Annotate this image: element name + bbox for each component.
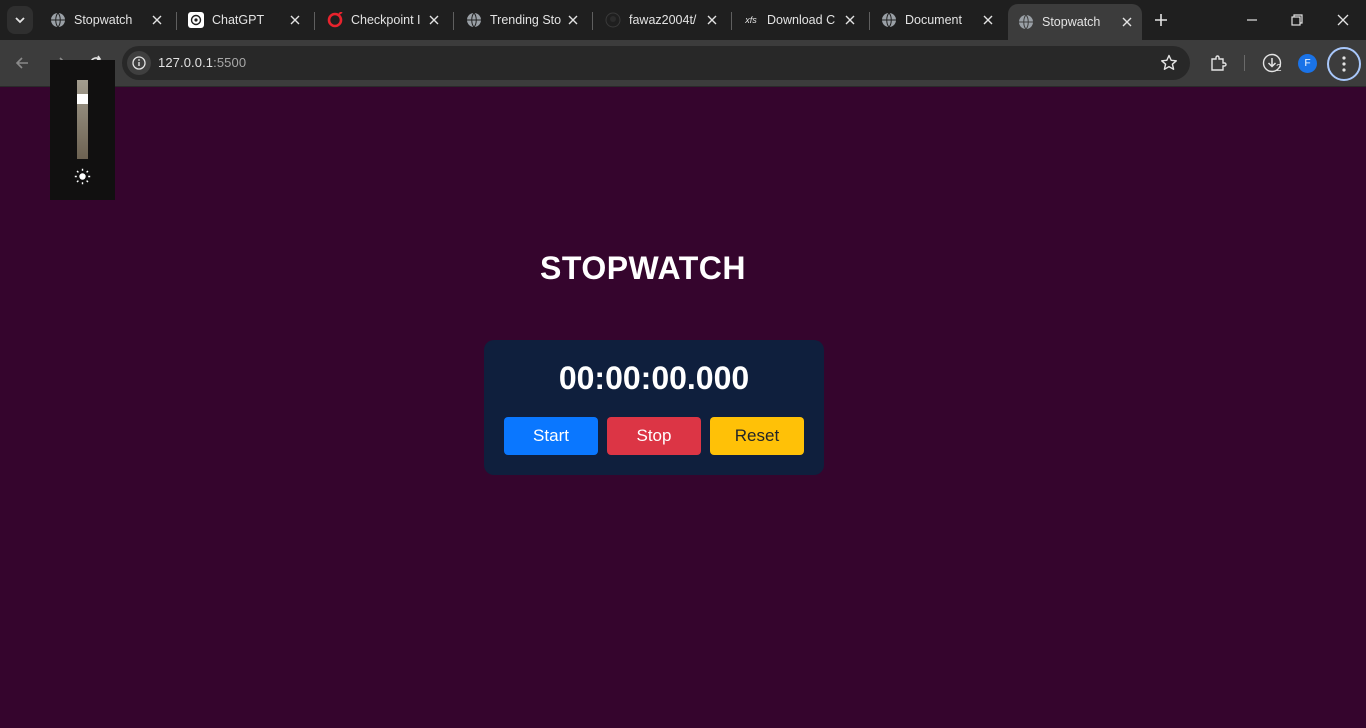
start-button[interactable]: Start (504, 417, 598, 455)
tab-title: Stopwatch (74, 13, 133, 27)
stopwatch-card: 00:00:00.000 Start Stop Reset (484, 340, 824, 475)
stop-button[interactable]: Stop (607, 417, 701, 455)
downloads-count-badge: 2 (1276, 63, 1282, 74)
github-icon (605, 12, 621, 28)
browser-menu-button[interactable] (1327, 47, 1361, 81)
minimize-icon (1247, 19, 1257, 21)
globe-icon (881, 12, 897, 28)
address-bar[interactable]: 127.0.0.1:5500 (122, 46, 1190, 80)
tab-separator (869, 12, 870, 30)
globe-icon (50, 12, 66, 28)
brightness-slider-track[interactable] (77, 80, 88, 159)
close-icon[interactable] (564, 11, 582, 29)
brightness-slider-panel (50, 60, 115, 200)
page-title: STOPWATCH (540, 250, 746, 286)
tab-title: Download C (767, 13, 836, 27)
tab-title: ChatGPT (212, 13, 265, 27)
minimize-button[interactable] (1240, 8, 1264, 32)
sun-icon (74, 168, 91, 185)
close-icon[interactable] (841, 11, 859, 29)
tab-download[interactable]: xfs Download C (733, 4, 865, 36)
back-button[interactable] (10, 51, 34, 75)
globe-icon (1018, 14, 1034, 30)
puzzle-icon (1211, 55, 1227, 71)
toolbar-divider (1244, 55, 1245, 71)
chevron-down-icon (15, 17, 25, 24)
window-close-button[interactable] (1331, 8, 1355, 32)
close-icon[interactable] (703, 11, 721, 29)
bookmark-star-icon[interactable] (1160, 54, 1178, 72)
tab-github[interactable]: fawaz2004t/ (595, 4, 727, 36)
profile-avatar[interactable]: F (1298, 54, 1317, 73)
tab-strip: Stopwatch ChatGPT Checkpoint I Trending … (0, 0, 1366, 40)
reset-button[interactable]: Reset (710, 417, 804, 455)
close-icon (1337, 14, 1349, 26)
tab-separator (592, 12, 593, 30)
tab-trending[interactable]: Trending Sto (456, 4, 588, 36)
globe-icon (466, 12, 482, 28)
close-icon[interactable] (979, 11, 997, 29)
tab-search-button[interactable] (7, 6, 33, 34)
checkpoint-icon (327, 12, 343, 28)
tab-chatgpt[interactable]: ChatGPT (178, 4, 310, 36)
tab-separator (731, 12, 732, 30)
tab-checkpoint[interactable]: Checkpoint I (317, 4, 449, 36)
tab-title: Checkpoint I (351, 13, 421, 27)
close-icon[interactable] (286, 11, 304, 29)
new-tab-button[interactable] (1150, 9, 1172, 31)
tab-stopwatch-1[interactable]: Stopwatch (40, 4, 172, 36)
tab-document[interactable]: Document (871, 4, 1003, 36)
brightness-slider-thumb[interactable] (77, 93, 88, 104)
tab-separator (314, 12, 315, 30)
tab-title: Stopwatch (1042, 15, 1101, 29)
close-icon[interactable] (425, 11, 443, 29)
site-info-button[interactable] (127, 51, 151, 75)
tab-separator (453, 12, 454, 30)
chatgpt-icon (188, 12, 204, 28)
url-host: 127.0.0.1 (158, 55, 214, 70)
plus-icon (1155, 14, 1167, 26)
restore-button[interactable] (1285, 8, 1309, 32)
info-icon (132, 56, 146, 70)
url-port: :5500 (213, 55, 247, 70)
close-icon[interactable] (148, 11, 166, 29)
tab-separator (176, 12, 177, 30)
url-text[interactable]: 127.0.0.1:5500 (158, 55, 246, 70)
tab-title: Trending Sto (490, 13, 562, 27)
tab-title: fawaz2004t/ (629, 13, 697, 27)
browser-toolbar: 127.0.0.1:5500 (0, 40, 1366, 87)
more-vertical-icon (1342, 56, 1346, 72)
xfs-icon: xfs (745, 15, 757, 25)
arrow-left-icon (15, 57, 28, 69)
time-display: 00:00:00.000 (558, 360, 750, 396)
tab-title: Document (905, 13, 962, 27)
close-icon[interactable] (1118, 13, 1136, 31)
tab-stopwatch-active[interactable]: Stopwatch (1008, 4, 1142, 40)
extensions-button[interactable] (1206, 51, 1230, 75)
restore-icon (1291, 14, 1303, 26)
